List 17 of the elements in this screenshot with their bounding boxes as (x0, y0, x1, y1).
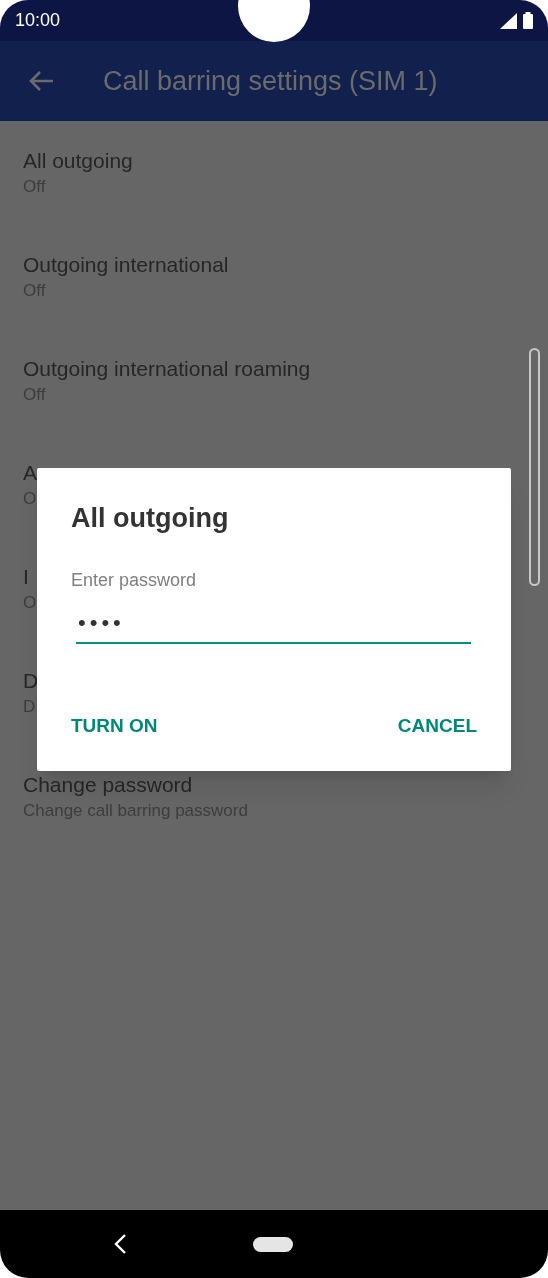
setting-title: A (23, 460, 37, 486)
dialog-button[interactable]: CANCEL (397, 711, 477, 740)
dialog-title: All outgoing (71, 502, 229, 535)
password-field[interactable]: •••• (76, 603, 471, 644)
setting-title: Outgoing international roaming (23, 356, 311, 382)
battery-icon (523, 12, 533, 29)
setting-title: All outgoing (23, 148, 133, 174)
dialog-button[interactable]: TURN ON (71, 711, 158, 740)
setting-title: D (23, 668, 39, 694)
setting-title: Change password (23, 772, 193, 798)
status-time: 10:00 (15, 9, 61, 32)
field-label: Enter password (71, 568, 197, 592)
signal-icon (500, 12, 518, 29)
setting-title: Outgoing international (23, 252, 229, 278)
home-nav-button[interactable] (253, 1236, 293, 1252)
setting-title: I (23, 564, 29, 590)
page-title: Call barring settings (SIM 1) (103, 64, 438, 98)
